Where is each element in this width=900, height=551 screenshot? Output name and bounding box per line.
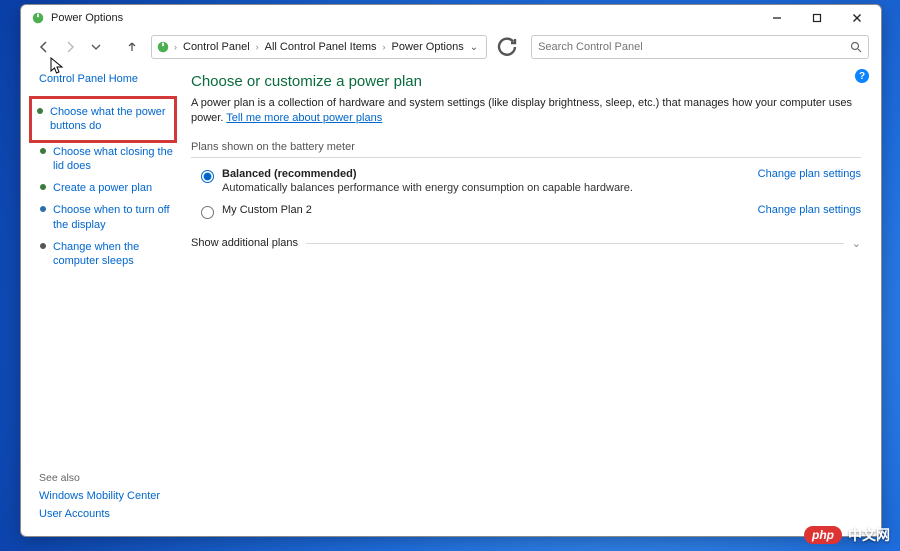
bullet-icon bbox=[39, 242, 47, 250]
refresh-button[interactable] bbox=[495, 35, 519, 59]
address-bar[interactable]: › Control Panel › All Control Panel Item… bbox=[151, 35, 487, 59]
sidebar-item-label: Choose what closing the lid does bbox=[53, 145, 173, 174]
user-accounts-link[interactable]: User Accounts bbox=[39, 508, 173, 520]
forward-button[interactable] bbox=[59, 36, 81, 58]
page-heading: Choose or customize a power plan bbox=[191, 73, 861, 90]
maximize-button[interactable] bbox=[797, 5, 837, 31]
mobility-center-link[interactable]: Windows Mobility Center bbox=[39, 490, 173, 502]
chevron-right-icon: › bbox=[254, 42, 261, 52]
plan-custom: My Custom Plan 2 Change plan settings bbox=[191, 204, 861, 219]
bullet-icon bbox=[39, 183, 47, 191]
sidebar-item-power-buttons[interactable]: Choose what the power buttons do bbox=[29, 96, 177, 143]
back-button[interactable] bbox=[33, 36, 55, 58]
plan-balanced-settings-link[interactable]: Change plan settings bbox=[758, 168, 861, 180]
plan-balanced-sub: Automatically balances performance with … bbox=[222, 182, 633, 194]
sidebar-item-label: Choose when to turn off the display bbox=[53, 203, 173, 232]
power-options-app-icon bbox=[31, 11, 45, 25]
plan-custom-name: My Custom Plan 2 bbox=[222, 204, 312, 216]
content-area: ? Choose or customize a power plan A pow… bbox=[181, 63, 881, 536]
chevron-down-icon: ⌄ bbox=[852, 237, 861, 250]
plan-balanced-name: Balanced (recommended) bbox=[222, 168, 633, 180]
bullet-icon bbox=[36, 107, 44, 115]
sidebar-item-label: Choose what the power buttons do bbox=[50, 105, 170, 134]
search-input[interactable] bbox=[538, 41, 850, 53]
sidebar-item-display-off[interactable]: Choose when to turn off the display bbox=[39, 203, 173, 232]
expand-label: Show additional plans bbox=[191, 237, 298, 249]
search-icon bbox=[850, 41, 862, 53]
sidebar-item-label: Create a power plan bbox=[53, 181, 152, 195]
nav-row: › Control Panel › All Control Panel Item… bbox=[21, 31, 881, 63]
help-icon[interactable]: ? bbox=[855, 69, 869, 83]
sidebar-item-sleep[interactable]: Change when the computer sleeps bbox=[39, 240, 173, 269]
show-additional-plans[interactable]: Show additional plans ⌄ bbox=[191, 237, 861, 250]
breadcrumb-all-items[interactable]: All Control Panel Items bbox=[261, 41, 381, 53]
search-box[interactable] bbox=[531, 35, 869, 59]
address-app-icon bbox=[156, 40, 170, 54]
plan-balanced-radio[interactable] bbox=[201, 170, 214, 183]
power-options-window: Power Options › Control Pa bbox=[20, 4, 882, 537]
breadcrumb-control-panel[interactable]: Control Panel bbox=[179, 41, 254, 53]
page-description: A power plan is a collection of hardware… bbox=[191, 96, 861, 127]
up-button[interactable] bbox=[121, 36, 143, 58]
control-panel-home-link[interactable]: Control Panel Home bbox=[39, 73, 173, 85]
sidebar-item-label: Change when the computer sleeps bbox=[53, 240, 173, 269]
plan-balanced: Balanced (recommended) Automatically bal… bbox=[191, 168, 861, 194]
plans-group-label: Plans shown on the battery meter bbox=[191, 141, 861, 158]
body: Control Panel Home Choose what the power… bbox=[21, 63, 881, 536]
chevron-right-icon: › bbox=[381, 42, 388, 52]
learn-more-link[interactable]: Tell me more about power plans bbox=[226, 112, 382, 124]
bullet-icon bbox=[39, 147, 47, 155]
window-title: Power Options bbox=[51, 12, 757, 24]
watermark-badge: php bbox=[804, 526, 842, 544]
bullet-icon bbox=[39, 205, 47, 213]
recent-locations-button[interactable] bbox=[85, 36, 107, 58]
breadcrumb-power-options[interactable]: Power Options bbox=[388, 41, 468, 53]
plan-custom-radio[interactable] bbox=[201, 206, 214, 219]
plan-custom-settings-link[interactable]: Change plan settings bbox=[758, 204, 861, 216]
chevron-down-icon[interactable]: ⌄ bbox=[468, 42, 482, 53]
sidebar-item-create-plan[interactable]: Create a power plan bbox=[39, 181, 173, 195]
chevron-right-icon: › bbox=[172, 42, 179, 52]
sidebar: Control Panel Home Choose what the power… bbox=[21, 63, 181, 536]
minimize-button[interactable] bbox=[757, 5, 797, 31]
sidebar-item-closing-lid[interactable]: Choose what closing the lid does bbox=[39, 145, 173, 174]
close-button[interactable] bbox=[837, 5, 877, 31]
watermark: php 中文网 bbox=[804, 525, 890, 545]
watermark-text: 中文网 bbox=[848, 525, 890, 545]
see-also-heading: See also bbox=[39, 472, 173, 484]
titlebar: Power Options bbox=[21, 5, 881, 31]
